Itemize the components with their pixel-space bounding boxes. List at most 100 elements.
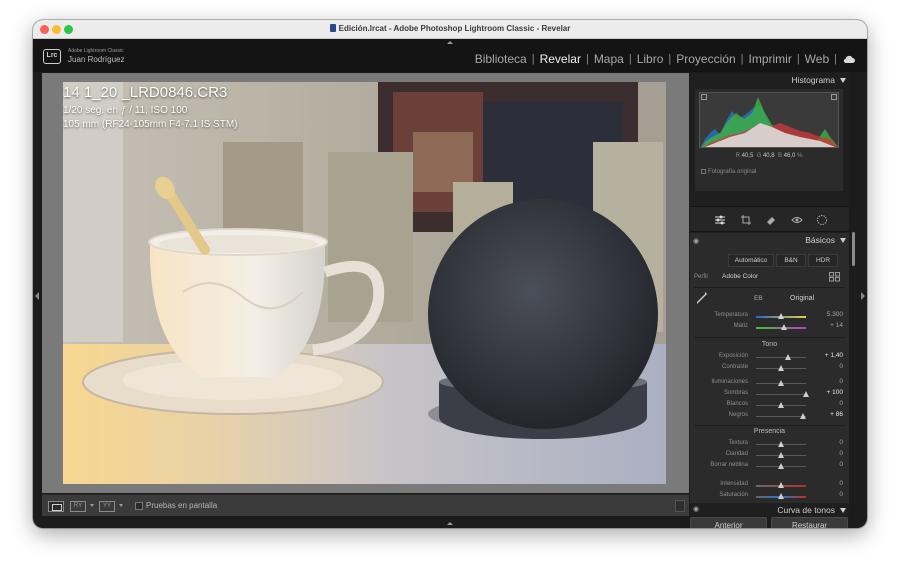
- slider-thumb[interactable]: [778, 463, 784, 469]
- reset-button[interactable]: Restaurar: [771, 517, 848, 528]
- shadows-value[interactable]: + 100: [815, 389, 843, 396]
- cloud-icon[interactable]: [843, 54, 855, 64]
- crop-icon[interactable]: [740, 214, 752, 226]
- original-photo-toggle[interactable]: Fotografía original: [701, 169, 756, 175]
- slider-thumb[interactable]: [799, 413, 806, 419]
- slider-thumb[interactable]: [778, 482, 784, 488]
- whites-value[interactable]: 0: [815, 400, 843, 407]
- swap-dropdown-icon[interactable]: [119, 504, 123, 507]
- vibrance-value[interactable]: 0: [815, 480, 843, 487]
- blacks-label: Negros: [728, 412, 748, 418]
- photo-preview[interactable]: [63, 82, 666, 484]
- module-separator: |: [834, 53, 837, 65]
- loupe-view-button[interactable]: [48, 501, 64, 512]
- highlights-value[interactable]: 0: [815, 378, 843, 385]
- exposure-value[interactable]: + 1,40: [815, 352, 843, 359]
- panel-visibility-icon[interactable]: ◉: [693, 505, 699, 513]
- clarity-slider[interactable]: [756, 452, 806, 458]
- tint-slider[interactable]: [756, 324, 806, 330]
- texture-slider[interactable]: [756, 441, 806, 447]
- module-imprimir[interactable]: Imprimir: [743, 52, 796, 66]
- blacks-slider[interactable]: [756, 413, 806, 419]
- dehaze-label: Borrar neblina: [710, 462, 748, 468]
- blacks-value[interactable]: + 86: [815, 411, 843, 418]
- tone-curve-header[interactable]: ◉ Curva de tonos: [690, 503, 849, 517]
- soft-proof-checkbox[interactable]: [135, 502, 143, 510]
- contrast-value[interactable]: 0: [815, 363, 843, 370]
- basic-header[interactable]: Básicos: [690, 233, 849, 247]
- profile-dropdown[interactable]: Adobe Color: [722, 273, 758, 280]
- dehaze-value[interactable]: 0: [815, 461, 843, 468]
- auto-button[interactable]: Automático: [728, 254, 774, 267]
- wb-dropdown[interactable]: Original: [790, 295, 814, 302]
- user-name[interactable]: Juan Rodríguez: [68, 55, 124, 64]
- image-view[interactable]: [42, 73, 689, 493]
- slider-thumb[interactable]: [785, 354, 791, 360]
- hdr-button[interactable]: HDR: [808, 254, 838, 267]
- before-after-swap-button[interactable]: YY: [99, 501, 115, 512]
- slider-thumb[interactable]: [778, 441, 784, 447]
- toolbar-options-button[interactable]: [675, 500, 685, 512]
- shadow-clipping-indicator[interactable]: [701, 94, 707, 100]
- exposure-label: Exposición: [718, 353, 748, 359]
- rgb-readout: R 40,5 G 40,8 B 46,0 %: [735, 153, 803, 159]
- highlight-clipping-indicator[interactable]: [831, 94, 837, 100]
- slider-thumb[interactable]: [803, 391, 809, 397]
- module-libro[interactable]: Libro: [632, 52, 669, 66]
- original-photo-checkbox[interactable]: [701, 169, 706, 174]
- eye-icon[interactable]: [791, 214, 803, 226]
- module-proyeccion[interactable]: Proyección: [671, 52, 740, 66]
- before-after-button[interactable]: RY: [70, 501, 86, 512]
- slider-thumb[interactable]: [778, 365, 784, 371]
- highlights-label: Iluminaciones: [711, 379, 748, 385]
- before-after-dropdown-icon[interactable]: [90, 504, 94, 507]
- module-biblioteca[interactable]: Biblioteca: [470, 52, 532, 66]
- readout-g: 40,8: [762, 153, 775, 159]
- photo-filename: 14 1_20 _LRD0846.CR3: [63, 84, 228, 101]
- slider-thumb[interactable]: [778, 452, 784, 458]
- slider-thumb[interactable]: [778, 380, 784, 386]
- contrast-slider[interactable]: [756, 365, 806, 371]
- temperature-label: Temperatura: [714, 312, 748, 318]
- vibrance-label: Intensidad: [720, 481, 748, 487]
- dehaze-slider[interactable]: [756, 463, 806, 469]
- temperature-slider[interactable]: [756, 313, 806, 319]
- clarity-label: Claridad: [725, 451, 748, 457]
- texture-value[interactable]: 0: [815, 439, 843, 446]
- clarity-value[interactable]: 0: [815, 450, 843, 457]
- eraser-icon[interactable]: [765, 214, 777, 226]
- whites-slider[interactable]: [756, 402, 806, 408]
- saturation-value[interactable]: 0: [815, 491, 843, 498]
- panel-scrollbar[interactable]: [852, 232, 855, 266]
- slider-thumb[interactable]: [778, 402, 784, 408]
- slider-thumb[interactable]: [778, 313, 784, 319]
- vibrance-slider[interactable]: [756, 482, 806, 488]
- saturation-slider[interactable]: [756, 493, 806, 499]
- slider-thumb[interactable]: [778, 493, 784, 499]
- module-mapa[interactable]: Mapa: [589, 52, 629, 66]
- exposure-slider[interactable]: [756, 354, 806, 360]
- bw-button[interactable]: B&N: [776, 254, 806, 267]
- eyedropper-icon[interactable]: [696, 291, 708, 305]
- previous-button[interactable]: Anterior: [690, 517, 767, 528]
- tone-curve-title: Curva de tonos: [777, 505, 835, 515]
- histogram-graph[interactable]: [699, 92, 839, 148]
- slider-thumb[interactable]: [780, 324, 787, 330]
- highlights-slider[interactable]: [756, 380, 806, 386]
- right-panel-toggle-icon[interactable]: [861, 292, 865, 300]
- module-revelar[interactable]: Revelar: [535, 52, 586, 66]
- right-panel: Histograma R 40,5 G 40,8 B 46,0 % Fotogr…: [690, 73, 849, 517]
- shadows-slider[interactable]: [756, 391, 809, 397]
- histogram-header[interactable]: Histograma: [690, 73, 849, 87]
- mask-icon[interactable]: [816, 214, 828, 226]
- module-web[interactable]: Web: [800, 52, 834, 66]
- sliders-icon[interactable]: [714, 214, 726, 226]
- bottom-panel-toggle-icon[interactable]: [447, 522, 453, 525]
- left-panel-toggle-icon[interactable]: [35, 292, 39, 300]
- profile-browser-icon[interactable]: [829, 272, 840, 282]
- temperature-value[interactable]: 5.300: [815, 311, 843, 318]
- shadows-label: Sombras: [723, 390, 748, 396]
- top-panel-toggle-icon[interactable]: [447, 41, 453, 44]
- panel-buttons: Anterior Restaurar: [690, 516, 849, 528]
- tint-value[interactable]: + 14: [815, 322, 843, 329]
